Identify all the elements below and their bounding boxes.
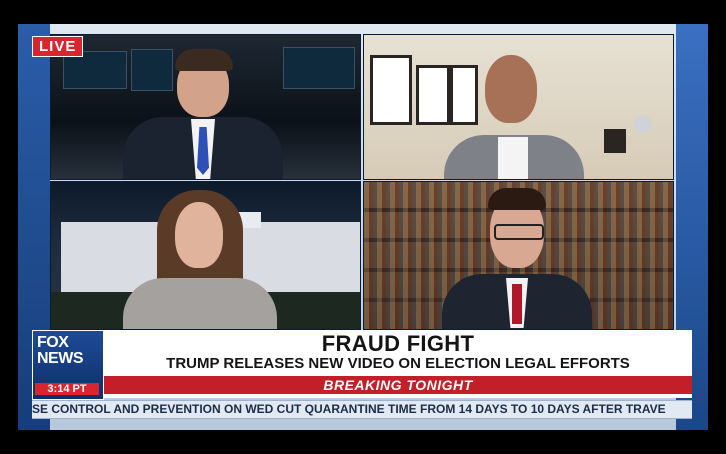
guest-head [175, 202, 223, 268]
chyron-banner: FRAUD FIGHT TRUMP RELEASES NEW VIDEO ON … [104, 330, 692, 398]
newsroom-monitor [131, 49, 173, 91]
wall-art-frame [416, 65, 450, 125]
tv-frame: LIVE FOX NEWS 3:14 PT FRAUD FIGHT TRUMP … [0, 0, 726, 454]
guest-head [485, 55, 537, 123]
broadcast-time: 3:14 PT [35, 383, 99, 395]
anchor-video-panel [50, 34, 361, 180]
live-badge: LIVE [32, 36, 84, 57]
guest-video-panel-top-right [363, 34, 674, 180]
picture-frame [604, 129, 626, 153]
glasses [494, 224, 544, 240]
breaking-label: BREAKING TONIGHT [323, 377, 473, 393]
guest-video-panel-bottom-right [363, 181, 674, 330]
chyron-headline: FRAUD FIGHT [321, 331, 475, 356]
guest-shirt [498, 137, 528, 179]
guest-video-panel-bottom-left [50, 181, 361, 330]
logo-line-1: FOX [37, 334, 69, 351]
lower-third: FOX NEWS 3:14 PT FRAUD FIGHT TRUMP RELEA… [32, 330, 692, 400]
newsroom-monitor [283, 47, 355, 89]
wall-art-frame [370, 55, 412, 125]
ticker-text: SE CONTROL AND PREVENTION ON WED CUT QUA… [32, 402, 666, 416]
guest-jacket [123, 278, 277, 329]
fox-news-logo: FOX NEWS 3:14 PT [32, 330, 104, 400]
decor-vase [634, 115, 652, 133]
breaking-banner: BREAKING TONIGHT [104, 376, 692, 394]
guest-tie [512, 284, 522, 324]
logo-wordmark: FOX NEWS [37, 334, 84, 367]
guest-hair [488, 188, 546, 210]
logo-line-2: NEWS [37, 350, 84, 367]
broadcast-stage: LIVE FOX NEWS 3:14 PT FRAUD FIGHT TRUMP … [18, 24, 708, 430]
chyron-subheadline: TRUMP RELEASES NEW VIDEO ON ELECTION LEG… [166, 355, 630, 372]
wall-art-frame [450, 65, 478, 125]
news-ticker: SE CONTROL AND PREVENTION ON WED CUT QUA… [32, 400, 692, 419]
live-label: LIVE [39, 38, 77, 55]
anchor-hair [175, 49, 233, 71]
